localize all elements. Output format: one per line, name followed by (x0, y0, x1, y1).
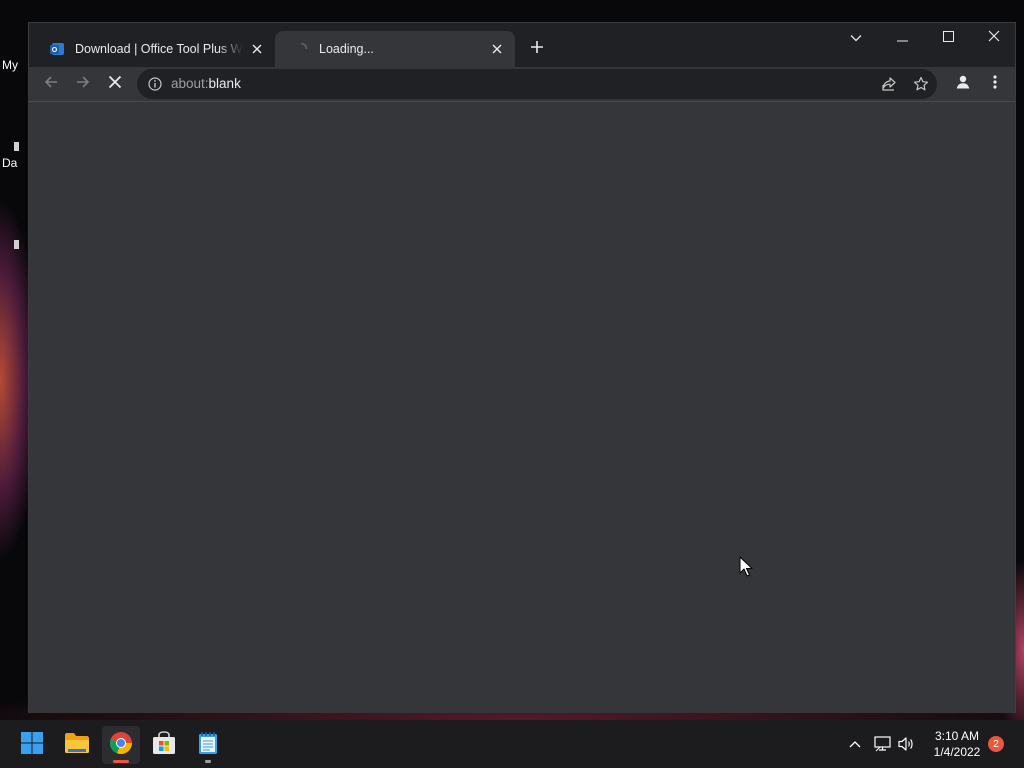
clock-date: 1/4/2022 (933, 745, 981, 759)
start-icon (20, 731, 44, 760)
show-hidden-icons-chevron[interactable] (845, 734, 865, 754)
tab-title: Download | Office Tool Plus Website (75, 42, 243, 56)
maximize-icon (942, 29, 954, 47)
close-icon (988, 29, 1000, 47)
close-icon[interactable] (249, 41, 265, 57)
loading-spinner-icon (293, 41, 309, 57)
desktop-icon[interactable] (14, 142, 19, 151)
stop-loading-icon (108, 75, 122, 94)
tab-search-icon (850, 29, 862, 47)
page-content-area[interactable] (29, 102, 1015, 713)
forward-icon (75, 74, 91, 95)
back-button[interactable] (37, 70, 65, 98)
svg-text:O: O (52, 47, 58, 54)
menu-button[interactable] (981, 70, 1009, 98)
tab-strip: O Download | Office Tool Plus Website Lo… (29, 23, 1015, 67)
url-scheme: about: (171, 76, 209, 91)
minimize-button[interactable] (879, 23, 925, 53)
share-icon[interactable] (879, 74, 899, 94)
bookmark-star-icon[interactable] (911, 74, 931, 94)
url-path: blank (208, 76, 241, 91)
notification-badge[interactable]: 2 (988, 736, 1004, 752)
desktop-icon[interactable] (14, 240, 19, 249)
system-clock[interactable]: 3:10 AM 1/4/2022 (924, 728, 990, 760)
file-explorer-button[interactable] (58, 726, 96, 764)
office-tool-plus-icon: O (49, 41, 65, 57)
active-app-indicator (113, 760, 129, 763)
browser-window: O Download | Office Tool Plus Website Lo… (28, 22, 1016, 713)
profile-button[interactable] (949, 70, 977, 98)
stop-loading-button[interactable] (101, 70, 129, 98)
window-close-button[interactable] (971, 23, 1017, 53)
desktop-icon-label[interactable]: My (2, 58, 18, 72)
tab-office-tool-plus[interactable]: O Download | Office Tool Plus Website (31, 31, 275, 67)
desktop-icon-label[interactable]: Da (2, 156, 17, 170)
tab-loading[interactable]: Loading... (275, 31, 515, 67)
volume-icon[interactable] (896, 734, 916, 754)
clock-time: 3:10 AM (934, 729, 980, 743)
new-tab-button[interactable] (525, 37, 549, 61)
maximize-button[interactable] (925, 23, 971, 53)
taskbar: 3:10 AM 1/4/2022 2 (0, 720, 1024, 768)
mouse-cursor-icon (739, 556, 753, 583)
microsoft-store-icon (151, 730, 177, 760)
profile-icon (955, 74, 971, 95)
running-app-indicator (205, 760, 211, 763)
chrome-button[interactable] (102, 726, 140, 764)
plus-icon (530, 40, 544, 59)
start-button[interactable] (13, 726, 51, 764)
address-bar[interactable]: about:blank (137, 69, 937, 99)
forward-button[interactable] (69, 70, 97, 98)
close-icon[interactable] (489, 41, 505, 57)
chrome-icon (109, 731, 133, 760)
browser-toolbar: about:blank (29, 67, 1015, 101)
tab-title: Loading... (319, 42, 374, 56)
tab-search-button[interactable] (833, 23, 879, 53)
file-explorer-icon (64, 732, 90, 759)
network-icon[interactable] (873, 734, 893, 754)
notepad-icon (197, 731, 219, 760)
url-text[interactable]: about:blank (171, 76, 241, 92)
minimize-icon (896, 29, 908, 47)
back-icon (43, 74, 59, 95)
menu-icon (993, 74, 997, 95)
notepad-button[interactable] (189, 726, 227, 764)
site-info-icon[interactable] (147, 76, 163, 92)
microsoft-store-button[interactable] (145, 726, 183, 764)
